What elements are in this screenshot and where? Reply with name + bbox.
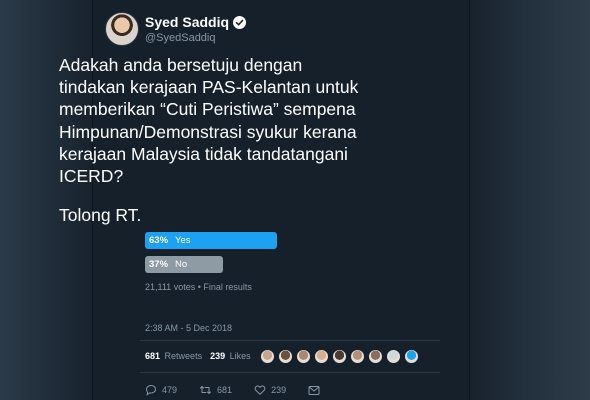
direct-message-button[interactable] <box>308 385 320 396</box>
retweets-stat[interactable]: 681 Retweets <box>145 351 202 361</box>
liker-avatar[interactable] <box>332 349 347 364</box>
tweet-text-request: Tolong RT. <box>59 205 142 225</box>
display-name-text[interactable]: Syed Saddiq <box>145 14 229 30</box>
liker-avatar[interactable] <box>350 349 365 364</box>
heart-icon <box>254 385 266 395</box>
liker-avatar[interactable] <box>404 349 419 364</box>
poll: 63% Yes 37% No 21,111 votes • Final resu… <box>145 232 355 292</box>
retweet-icon <box>200 386 212 394</box>
reply-icon <box>145 384 157 396</box>
liker-avatar[interactable] <box>314 349 329 364</box>
liker-avatar[interactable] <box>278 349 293 364</box>
tweet-timestamp[interactable]: 2:38 AM - 5 Dec 2018 <box>145 323 232 333</box>
divider <box>140 372 440 373</box>
verified-badge-icon <box>233 15 247 29</box>
tweet-header: Syed Saddiq @SyedSaddiq <box>105 10 465 50</box>
background-right-blur <box>470 0 590 400</box>
tweet-actions: 479 681 239 <box>145 384 342 396</box>
engagement-stats: 681 Retweets 239 Likes <box>145 351 251 361</box>
liker-avatar[interactable] <box>386 349 401 364</box>
divider <box>140 340 440 341</box>
retweet-count: 681 <box>217 385 233 395</box>
likes-count: 239 <box>210 351 226 361</box>
liker-avatar[interactable] <box>260 349 275 364</box>
liker-avatar[interactable] <box>368 349 383 364</box>
retweets-count: 681 <box>145 351 161 361</box>
user-display-name[interactable]: Syed Saddiq <box>145 14 247 30</box>
tweet-text: Adakah anda bersetuju dengan tindakan ke… <box>59 55 359 187</box>
likes-label: Likes <box>229 351 251 361</box>
poll-option-percent: 63% <box>149 235 169 246</box>
poll-option-yes: 63% Yes <box>145 232 355 249</box>
poll-option-label: Yes <box>175 235 191 246</box>
envelope-icon <box>308 385 320 395</box>
likes-stat[interactable]: 239 Likes <box>210 351 251 361</box>
reply-count: 479 <box>162 385 178 395</box>
user-handle[interactable]: @SyedSaddiq <box>145 32 216 44</box>
liker-avatars <box>260 349 419 364</box>
poll-option-percent: 37% <box>149 259 169 270</box>
poll-meta: 21,111 votes • Final results <box>145 282 252 292</box>
poll-option-no: 37% No <box>145 256 355 273</box>
poll-option-label: No <box>175 259 188 270</box>
reply-button[interactable]: 479 <box>145 384 177 396</box>
avatar[interactable] <box>105 12 139 46</box>
retweet-button[interactable]: 681 <box>199 384 232 396</box>
like-count: 239 <box>271 385 287 395</box>
liker-avatar[interactable] <box>296 349 311 364</box>
like-button[interactable]: 239 <box>254 384 286 396</box>
retweets-label: Retweets <box>164 351 203 361</box>
